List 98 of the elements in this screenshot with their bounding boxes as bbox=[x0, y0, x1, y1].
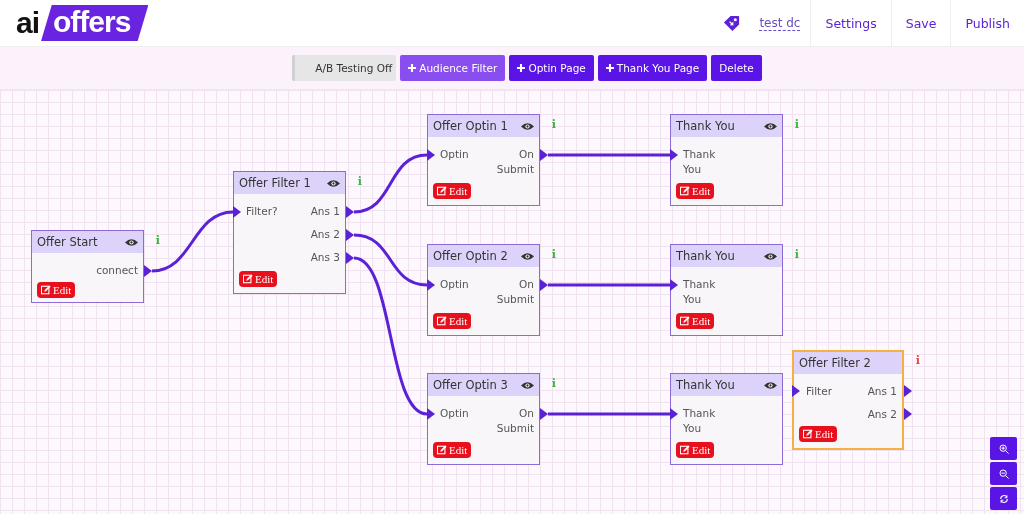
flow-node[interactable]: Thank You Thank You Edit bbox=[670, 244, 783, 336]
eye-icon[interactable] bbox=[521, 251, 534, 261]
eye-icon[interactable] bbox=[327, 178, 340, 188]
add-button[interactable]: Audience Filter bbox=[400, 55, 506, 81]
input-label: Thank You bbox=[683, 277, 717, 307]
flow-node[interactable]: Thank You Thank You Edit bbox=[670, 373, 783, 465]
nav-link[interactable]: Settings bbox=[810, 0, 891, 46]
input-label: Thank You bbox=[683, 147, 717, 177]
edit-icon bbox=[437, 316, 447, 326]
flow-node[interactable]: Offer Start connect Edit bbox=[31, 230, 144, 303]
plus-icon bbox=[517, 64, 526, 72]
plus-icon bbox=[605, 64, 614, 72]
flow-node[interactable]: Offer Optin 2 Optin On Submit Edit bbox=[427, 244, 540, 336]
info-icon[interactable]: i bbox=[357, 175, 362, 188]
info-icon[interactable]: i bbox=[794, 118, 799, 131]
eye-icon[interactable] bbox=[521, 380, 534, 390]
input-port-icon[interactable] bbox=[792, 385, 800, 397]
input-label: Optin bbox=[440, 277, 469, 292]
output-label: Ans 2 bbox=[310, 227, 340, 242]
info-icon[interactable]: i bbox=[551, 248, 556, 261]
edit-icon bbox=[680, 316, 690, 326]
info-icon[interactable]: i bbox=[794, 248, 799, 261]
edit-icon bbox=[437, 445, 447, 455]
output-label: Ans 3 bbox=[310, 250, 340, 265]
flow-node[interactable]: Thank You Thank You Edit bbox=[670, 114, 783, 206]
input-port-icon[interactable] bbox=[670, 279, 678, 291]
output-label: Ans 1 bbox=[867, 384, 897, 399]
edit-button[interactable]: Edit bbox=[433, 442, 472, 458]
output-label: On Submit bbox=[495, 147, 534, 177]
output-label: Ans 2 bbox=[867, 407, 897, 422]
eye-icon[interactable] bbox=[521, 121, 534, 131]
edit-button[interactable]: Edit bbox=[433, 183, 472, 199]
ab-testing-toggle[interactable]: A/B Testing Off bbox=[292, 55, 397, 81]
add-button[interactable]: Optin Page bbox=[509, 55, 594, 81]
logo-text: ai bbox=[16, 6, 40, 40]
eye-icon[interactable] bbox=[125, 237, 138, 247]
zoom-out-button[interactable] bbox=[990, 462, 1017, 485]
info-icon[interactable]: i bbox=[915, 354, 920, 367]
flow-node[interactable]: Offer Optin 3 Optin On Submit Edit bbox=[427, 373, 540, 465]
tag-icon[interactable] bbox=[722, 13, 742, 33]
output-label: connect bbox=[96, 263, 138, 278]
eye-icon[interactable] bbox=[764, 380, 777, 390]
input-label: Thank You bbox=[683, 406, 717, 436]
edit-icon bbox=[243, 274, 253, 284]
delete-button[interactable]: Delete bbox=[711, 55, 762, 81]
input-port-icon[interactable] bbox=[233, 206, 241, 218]
input-port-icon[interactable] bbox=[427, 408, 435, 420]
output-label: On Submit bbox=[495, 406, 534, 436]
info-icon[interactable]: i bbox=[551, 377, 556, 390]
edit-button[interactable]: Edit bbox=[676, 442, 715, 458]
logo-banner: offers bbox=[41, 5, 149, 41]
node-title: Offer Filter 2 bbox=[799, 356, 871, 370]
edit-button[interactable]: Edit bbox=[676, 183, 715, 199]
info-icon[interactable]: i bbox=[551, 118, 556, 131]
flow-node[interactable]: Offer Filter 1 Filter? Ans 1 Ans 2 Ans 3 Edit bbox=[233, 171, 346, 294]
input-port-icon[interactable] bbox=[427, 149, 435, 161]
zoom-in-icon bbox=[998, 443, 1009, 454]
edit-button[interactable]: Edit bbox=[799, 426, 838, 442]
node-title: Offer Optin 2 bbox=[433, 249, 508, 263]
input-port-icon[interactable] bbox=[670, 408, 678, 420]
input-label: Optin bbox=[440, 147, 469, 162]
nav-link[interactable]: Save bbox=[890, 0, 951, 46]
edit-button[interactable]: Edit bbox=[239, 271, 278, 287]
flow-node[interactable]: Offer Filter 2 Filter Ans 1 Ans 2 Edit bbox=[792, 350, 904, 450]
edit-button[interactable]: Edit bbox=[433, 313, 472, 329]
input-port-icon[interactable] bbox=[427, 279, 435, 291]
edit-icon bbox=[680, 186, 690, 196]
zoom-out-icon bbox=[998, 468, 1009, 479]
flow-node[interactable]: Offer Optin 1 Optin On Submit Edit bbox=[427, 114, 540, 206]
input-label: Optin bbox=[440, 406, 469, 421]
nav-link[interactable]: Publish bbox=[950, 0, 1024, 46]
node-title: Offer Optin 3 bbox=[433, 378, 508, 392]
node-title: Thank You bbox=[676, 249, 735, 263]
input-label: Filter bbox=[806, 384, 832, 399]
edit-icon bbox=[437, 186, 447, 196]
input-port-icon[interactable] bbox=[670, 149, 678, 161]
node-title: Offer Start bbox=[37, 235, 98, 249]
eye-icon[interactable] bbox=[764, 121, 777, 131]
reset-button[interactable] bbox=[990, 487, 1017, 510]
node-title: Offer Optin 1 bbox=[433, 119, 508, 133]
output-label: On Submit bbox=[495, 277, 534, 307]
node-title: Offer Filter 1 bbox=[239, 176, 311, 190]
edit-button[interactable]: Edit bbox=[37, 282, 76, 298]
edit-icon bbox=[803, 429, 813, 439]
input-label: Filter? bbox=[246, 204, 278, 219]
edit-button[interactable]: Edit bbox=[676, 313, 715, 329]
zoom-in-button[interactable] bbox=[990, 437, 1017, 460]
node-title: Thank You bbox=[676, 378, 735, 392]
output-label: Ans 1 bbox=[310, 204, 340, 219]
plus-icon bbox=[408, 64, 417, 72]
user-link[interactable]: test dc bbox=[759, 15, 801, 31]
edit-icon bbox=[680, 445, 690, 455]
add-button[interactable]: Thank You Page bbox=[597, 55, 708, 81]
edit-icon bbox=[41, 285, 51, 295]
eye-icon[interactable] bbox=[764, 251, 777, 261]
refresh-icon bbox=[998, 493, 1009, 504]
info-icon[interactable]: i bbox=[155, 234, 160, 247]
node-title: Thank You bbox=[676, 119, 735, 133]
